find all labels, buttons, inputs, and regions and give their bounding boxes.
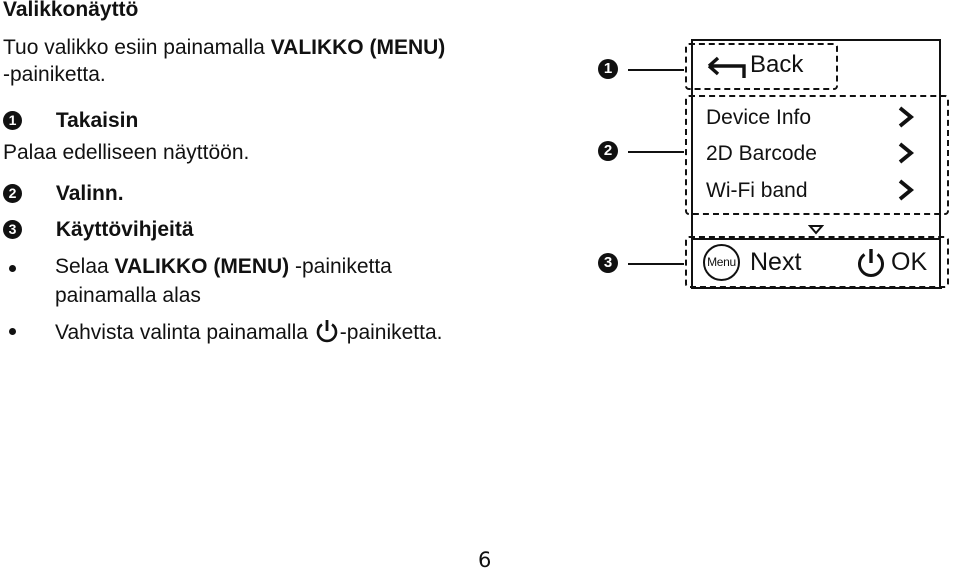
number-badge-2: 2: [3, 184, 22, 203]
chevron-right-icon: [898, 142, 915, 164]
menu-item-label: Wi-Fi band: [706, 179, 808, 202]
section-kayttovihjeita: 3 Käyttövihjeitä: [3, 218, 194, 242]
back-label: Back: [750, 51, 804, 78]
menu-button-icon: Menu: [703, 244, 740, 281]
power-icon: [316, 320, 338, 343]
tip-confirm: Vahvista valinta painamalla -painiketta.: [55, 318, 443, 345]
section-takaisin: 1 Takaisin: [3, 109, 138, 133]
number-badge-3: 3: [3, 220, 22, 239]
menu-button-name: VALIKKO (MENU): [270, 36, 446, 59]
intro-line: Tuo valikko esiin painamalla VALIKKO (ME…: [3, 36, 445, 60]
section-title: Takaisin: [55, 109, 139, 132]
section-valinn: 2 Valinn.: [3, 182, 124, 206]
callout-line-1: [628, 69, 684, 71]
section-description: Palaa edelliseen näyttöön.: [3, 141, 250, 164]
callout-badge-1: 1: [598, 59, 618, 79]
menu-item-label: 2D Barcode: [706, 142, 817, 165]
next-label: Next: [750, 248, 802, 276]
page-heading: Valikkonäyttö: [3, 0, 139, 21]
section-title: Valinn.: [55, 182, 124, 205]
bullet-icon: [9, 265, 16, 272]
intro-suffix: -painiketta.: [3, 63, 106, 86]
callout-badge-2: 2: [598, 141, 618, 161]
tip-text: Vahvista valinta painamalla: [55, 321, 314, 344]
footer-divider: [691, 238, 941, 240]
menu-item-label: Device Info: [706, 106, 812, 129]
power-icon: [858, 249, 884, 277]
bullet-icon: [9, 328, 16, 335]
tip-text: Selaa: [55, 255, 115, 278]
intro-prefix: Tuo valikko esiin painamalla: [3, 36, 271, 59]
ok-label: OK: [891, 248, 928, 276]
tip-text: -painiketta.: [339, 321, 443, 344]
section-title: Käyttövihjeitä: [55, 218, 194, 241]
tip-scroll: Selaa VALIKKO (MENU) -painiketta: [55, 255, 392, 279]
page-number: 6: [478, 548, 492, 572]
callout-line-2: [628, 151, 684, 153]
callout-badge-3: 3: [598, 253, 618, 273]
tip-button-name: VALIKKO (MENU): [114, 255, 290, 278]
chevron-right-icon: [898, 179, 915, 201]
back-arrow-icon: [707, 56, 746, 78]
down-triangle-icon: [808, 225, 824, 235]
number-badge-1: 1: [3, 111, 22, 130]
callout-line-3: [628, 263, 684, 265]
tip-text: -painiketta: [289, 255, 392, 278]
tip-scroll-line2: painamalla alas: [55, 284, 201, 307]
chevron-right-icon: [898, 106, 915, 128]
